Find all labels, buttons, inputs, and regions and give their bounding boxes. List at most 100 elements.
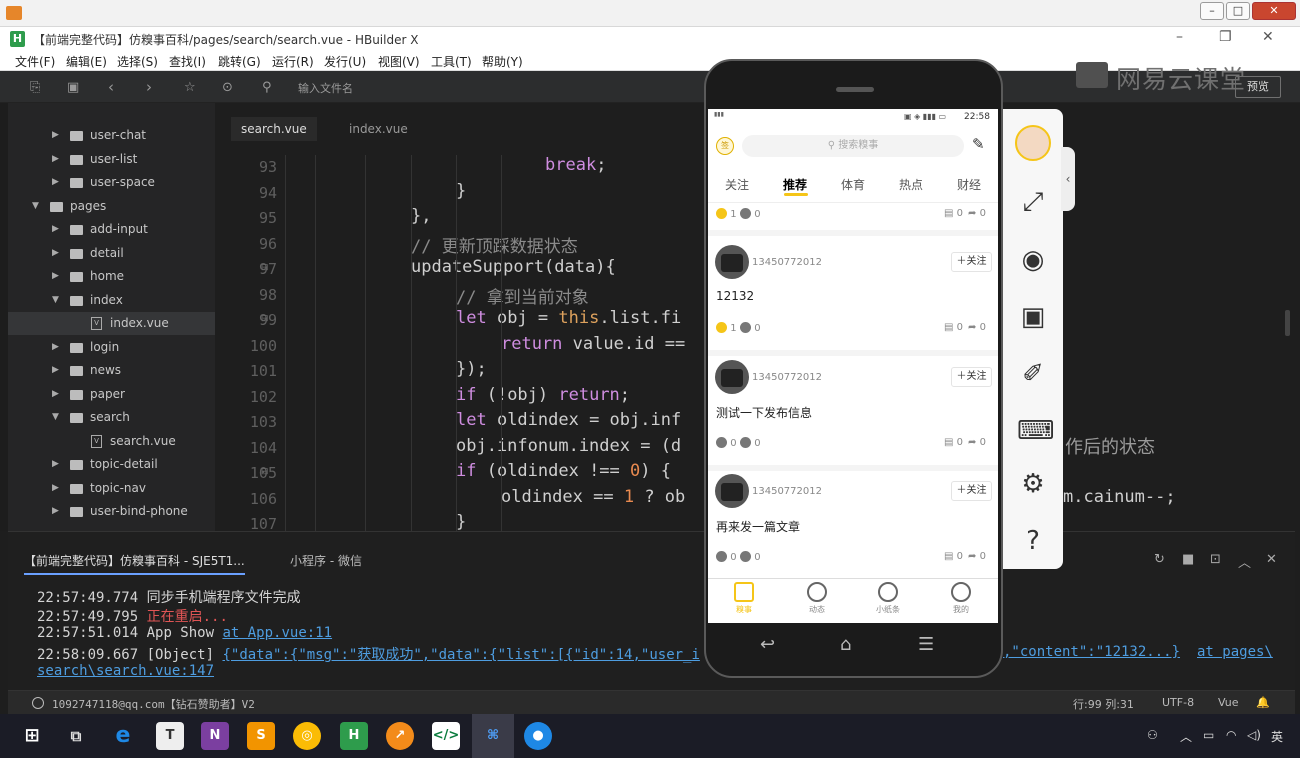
sidebar-item[interactable]: ▶ topic-detail bbox=[8, 453, 215, 476]
phone-tab-recommend[interactable]: 推荐 bbox=[783, 176, 807, 193]
people-icon[interactable]: ⚇ bbox=[1147, 728, 1158, 742]
sidebar-item[interactable]: ▶ user-bind-phone bbox=[8, 500, 215, 523]
console-tab-main[interactable]: 【前端完整代码】仿糗事百科 - SJE5T1... bbox=[24, 552, 245, 575]
fold-icon[interactable]: ⊟ bbox=[261, 263, 269, 273]
typora-icon[interactable]: T bbox=[156, 722, 184, 750]
comment-count[interactable]: ▤ 0 bbox=[944, 437, 963, 448]
phone-search-input[interactable]: ⚲ 搜索糗事 bbox=[742, 135, 964, 157]
menu-view[interactable]: 视图(V) bbox=[378, 53, 420, 70]
panel-collapse-icon[interactable]: ‹ bbox=[1061, 147, 1075, 211]
sidebar-item[interactable]: ▶ user-list bbox=[8, 148, 215, 171]
minimize-button[interactable]: – bbox=[1200, 2, 1224, 20]
dislike-count[interactable]: 0 bbox=[740, 436, 761, 449]
save-icon[interactable]: ▣ bbox=[67, 80, 79, 95]
chevron-right-icon[interactable]: ▶ bbox=[52, 383, 59, 406]
chevron-right-icon[interactable]: ▶ bbox=[52, 265, 59, 288]
share-count[interactable]: ➦ 0 bbox=[968, 322, 986, 333]
new-file-icon[interactable]: ⎘ bbox=[30, 80, 40, 95]
star-icon[interactable]: ☆ bbox=[184, 80, 196, 95]
post-username[interactable]: 13450772012 bbox=[752, 257, 822, 268]
maximize-button[interactable]: □ bbox=[1226, 2, 1250, 20]
comment-count[interactable]: ▤ 0 bbox=[944, 208, 963, 219]
chevron-right-icon[interactable]: ▶ bbox=[52, 453, 59, 476]
avatar[interactable] bbox=[715, 474, 749, 508]
start-windows-icon[interactable]: ⊞ bbox=[18, 722, 46, 750]
post-content[interactable]: 测试一下发布信息 bbox=[716, 404, 812, 421]
menu-help[interactable]: 帮助(Y) bbox=[482, 53, 523, 70]
devtools-icon[interactable]: </> bbox=[432, 722, 460, 750]
tab-index-vue[interactable]: index.vue bbox=[339, 117, 418, 141]
edit-pen-icon[interactable]: ✎ bbox=[972, 135, 985, 153]
sidebar-item[interactable]: ▶ add-input bbox=[8, 218, 215, 241]
fullscreen-icon[interactable]: ⤢ bbox=[1017, 187, 1049, 219]
nav-mine[interactable]: 我的 bbox=[931, 582, 991, 615]
console-link[interactable]: at pages\ bbox=[1197, 644, 1273, 660]
sidebar-item[interactable]: ▶ user-space bbox=[8, 171, 215, 194]
back-icon[interactable]: ‹ bbox=[108, 78, 114, 96]
chevron-right-icon[interactable]: ▶ bbox=[52, 500, 59, 523]
post-content[interactable]: 再来发一篇文章 bbox=[716, 518, 800, 535]
comment-count[interactable]: ▤ 0 bbox=[944, 322, 963, 333]
sidebar-item[interactable]: Vindex.vue bbox=[8, 312, 215, 335]
help-icon[interactable]: ? bbox=[1017, 526, 1049, 558]
share-count[interactable]: ➦ 0 bbox=[968, 551, 986, 562]
chevron-right-icon[interactable]: ▶ bbox=[52, 336, 59, 359]
video-icon[interactable]: ● bbox=[524, 722, 552, 750]
phone-tab-sports[interactable]: 体育 bbox=[841, 176, 865, 193]
sidebar-item[interactable]: ▶ news bbox=[8, 359, 215, 382]
menu-select[interactable]: 选择(S) bbox=[117, 53, 158, 70]
code-line[interactable]: updateSupport(data){ bbox=[411, 257, 616, 277]
collapse-icon[interactable]: ︿ bbox=[1238, 552, 1251, 571]
menu-run[interactable]: 运行(R) bbox=[272, 53, 314, 70]
camera-icon[interactable]: ◉ bbox=[1017, 245, 1049, 277]
console-close-icon[interactable]: ✕ bbox=[1266, 552, 1277, 567]
sidebar-item[interactable]: ▼ index bbox=[8, 289, 215, 312]
chevron-down-icon[interactable]: ▼ bbox=[52, 406, 59, 429]
post-content[interactable]: 12132 bbox=[716, 289, 754, 303]
console-link[interactable]: search\search.vue:147 bbox=[37, 663, 214, 679]
code-line[interactable]: let obj = this.list.fi bbox=[456, 308, 681, 328]
brush-icon[interactable]: ✐ bbox=[1017, 359, 1049, 391]
menu-edit[interactable]: 编辑(E) bbox=[66, 53, 107, 70]
hbuilder-task-icon[interactable]: H bbox=[340, 722, 368, 750]
chevron-right-icon[interactable]: ▶ bbox=[52, 218, 59, 241]
share-count[interactable]: ➦ 0 bbox=[968, 208, 986, 219]
language-mode[interactable]: Vue bbox=[1218, 696, 1239, 709]
video-record-icon[interactable]: ▣ bbox=[1017, 302, 1049, 334]
code-line[interactable]: if (!obj) return; bbox=[456, 385, 630, 405]
chevron-right-icon[interactable]: ▶ bbox=[52, 242, 59, 265]
hb-minimize-button[interactable]: – bbox=[1176, 29, 1183, 45]
code-line[interactable]: // 拿到当前对象 bbox=[456, 283, 589, 308]
sidebar-item[interactable]: ▼ search bbox=[8, 406, 215, 429]
code-line[interactable]: let oldindex = obj.inf bbox=[456, 410, 681, 430]
dislike-count[interactable]: 0 bbox=[740, 551, 761, 563]
restart-icon[interactable]: ↻ bbox=[1154, 552, 1165, 567]
input-language[interactable]: 英 bbox=[1271, 728, 1283, 745]
sidebar-item[interactable]: ▶ paper bbox=[8, 383, 215, 406]
code-line[interactable]: return value.id == bbox=[501, 334, 685, 354]
sidebar-item[interactable]: ▶ user-chat bbox=[8, 124, 215, 147]
battery-icon[interactable]: ▭ bbox=[1203, 728, 1214, 742]
onenote-icon[interactable]: N bbox=[201, 722, 229, 750]
menu-goto[interactable]: 跳转(G) bbox=[218, 53, 261, 70]
comment-count[interactable]: ▤ 0 bbox=[944, 551, 963, 562]
miniprogram-icon[interactable]: ⌘ bbox=[472, 714, 514, 758]
file-search-input[interactable]: 输入文件名 bbox=[298, 80, 353, 96]
editor-scrollbar[interactable] bbox=[1285, 310, 1290, 336]
nav-qiushi[interactable]: 糗事 bbox=[714, 582, 774, 615]
volume-icon[interactable]: ◁) bbox=[1247, 728, 1261, 742]
post-username[interactable]: 13450772012 bbox=[752, 372, 822, 383]
code-line[interactable]: }, bbox=[411, 206, 431, 226]
menu-file[interactable]: 文件(F) bbox=[15, 53, 55, 70]
like-count[interactable]: 0 bbox=[716, 436, 737, 449]
list-item[interactable]: 13450772012 ＋关注 再来发一篇文章 0 0 ▤ 0 ➦ 0 bbox=[708, 471, 998, 585]
search-icon[interactable]: ⚲ bbox=[262, 80, 272, 95]
close-button[interactable]: ✕ bbox=[1252, 2, 1296, 20]
forward-icon[interactable]: › bbox=[146, 78, 152, 96]
nav-note[interactable]: 小纸条 bbox=[858, 582, 918, 615]
like-count[interactable]: 1 bbox=[716, 322, 737, 334]
phone-menu-icon[interactable]: ☰ bbox=[918, 634, 934, 655]
like-count[interactable]: 1 bbox=[716, 208, 737, 220]
sign-in-icon[interactable]: 签 bbox=[716, 137, 734, 155]
code-line[interactable]: oldindex == 1 ? ob bbox=[501, 487, 685, 507]
